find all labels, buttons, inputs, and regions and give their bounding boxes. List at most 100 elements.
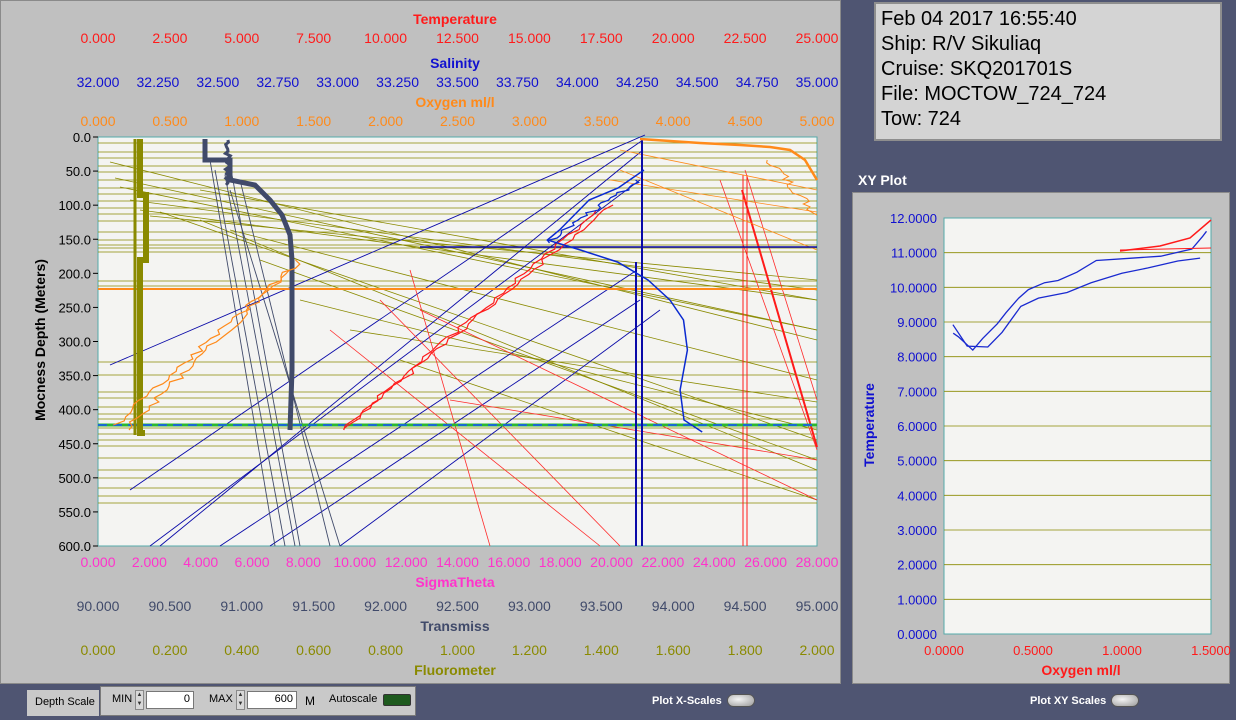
top-tick-label: 3.000 — [512, 113, 547, 129]
top-axis-title: Salinity — [430, 55, 480, 71]
autoscale-led-button[interactable] — [383, 694, 411, 706]
max-label: MAX — [209, 693, 233, 705]
bottom-tick-label: 92.000 — [364, 598, 407, 614]
bottom-tick-label: 4.000 — [183, 554, 218, 570]
plot-xy-scales-toggle[interactable] — [1111, 694, 1139, 707]
max-depth-input[interactable]: 600 — [247, 691, 297, 709]
bottom-tick-label: 94.500 — [724, 598, 767, 614]
y-tick-label: 500.0 — [58, 471, 91, 486]
bottom-tick-label: 1.000 — [440, 642, 475, 658]
top-tick-label: 10.000 — [364, 30, 407, 46]
y-axis-label: Mocness Depth (Meters) — [32, 259, 48, 421]
top-tick-label: 4.000 — [656, 113, 691, 129]
plot-x-scales-toggle[interactable] — [727, 694, 755, 707]
top-tick-label: 3.500 — [584, 113, 619, 129]
bottom-tick-label: 93.000 — [508, 598, 551, 614]
bottom-tick-label: 94.000 — [652, 598, 695, 614]
top-tick-label: 0.500 — [152, 113, 187, 129]
bottom-tick-label: 22.000 — [642, 554, 685, 570]
top-tick-label: 12.500 — [436, 30, 479, 46]
top-tick-label: 1.500 — [296, 113, 331, 129]
tow-info-box: Feb 04 2017 16:55:40 Ship: R/V Sikuliaq … — [874, 2, 1222, 141]
bottom-tick-label: 91.500 — [292, 598, 335, 614]
bottom-tick-label: 16.000 — [487, 554, 530, 570]
bottom-tick-label: 0.200 — [152, 642, 187, 658]
plot-xy-scales-label: Plot XY Scales — [1030, 695, 1107, 707]
y-tick-label: 0.0 — [73, 130, 91, 145]
bottom-tick-label: 92.500 — [436, 598, 479, 614]
y-tick-label: 300.0 — [58, 335, 91, 350]
top-tick-label: 20.000 — [652, 30, 695, 46]
top-tick-label: 2.000 — [368, 113, 403, 129]
bottom-tick-label: 26.000 — [744, 554, 787, 570]
bottom-axis-title: Transmiss — [420, 618, 489, 634]
depth-scale-label: Depth Scale — [35, 696, 95, 708]
max-spinner[interactable]: ▲ ▼ — [236, 690, 245, 710]
top-tick-label: 5.000 — [799, 113, 834, 129]
top-tick-label: 25.000 — [796, 30, 839, 46]
info-tow: Tow: 724 — [881, 108, 962, 130]
y-tick-label: 350.0 — [58, 369, 91, 384]
bottom-tick-label: 91.000 — [220, 598, 263, 614]
top-tick-label: 5.000 — [224, 30, 259, 46]
autoscale-label: Autoscale — [329, 693, 378, 705]
min-depth-input[interactable]: 0 — [146, 691, 194, 709]
bottom-tick-label: 1.800 — [728, 642, 763, 658]
main-plot-svg[interactable]: 0.0 50.0 100.0 150.0 200.0 250.0 300.0 350.0 400… — [0, 0, 841, 684]
top-axis-title: Temperature — [413, 11, 497, 27]
bottom-tick-label: 90.000 — [77, 598, 120, 614]
top-tick-label: 32.500 — [196, 74, 239, 90]
top-tick-label: 34.000 — [556, 74, 599, 90]
top-tick-label: 1.000 — [224, 113, 259, 129]
bottom-tick-label: 12.000 — [385, 554, 428, 570]
bottom-tick-label: 1.200 — [512, 642, 547, 658]
top-tick-label: 34.750 — [736, 74, 779, 90]
top-tick-label: 0.000 — [80, 30, 115, 46]
bottom-tick-label: 0.000 — [80, 554, 115, 570]
plot-area-background — [97, 136, 818, 547]
top-tick-label: 4.500 — [728, 113, 763, 129]
bottom-tick-label: 1.400 — [584, 642, 619, 658]
info-ship: Ship: R/V Sikuliaq — [881, 33, 1042, 55]
xy-plot-title: XY Plot — [858, 172, 907, 188]
top-tick-label: 17.500 — [580, 30, 623, 46]
bottom-tick-label: 10.000 — [333, 554, 376, 570]
top-tick-label: 33.250 — [376, 74, 419, 90]
top-tick-label: 33.000 — [316, 74, 359, 90]
bottom-tick-label: 0.600 — [296, 642, 331, 658]
y-tick-label: 400.0 — [58, 403, 91, 418]
bottom-tick-label: 8.000 — [286, 554, 321, 570]
bottom-tick-label: 20.000 — [590, 554, 633, 570]
min-spinner[interactable]: ▲ ▼ — [135, 690, 144, 710]
y-tick-label: 250.0 — [58, 300, 91, 315]
top-axis-title: Oxygen ml/l — [415, 94, 494, 110]
bottom-tick-label: 28.000 — [796, 554, 839, 570]
y-tick-label: 50.0 — [66, 164, 91, 179]
top-tick-label: 7.500 — [296, 30, 331, 46]
top-tick-label: 32.000 — [77, 74, 120, 90]
bottom-tick-label: 93.500 — [580, 598, 623, 614]
top-tick-label: 2.500 — [440, 113, 475, 129]
bottom-tick-label: 6.000 — [235, 554, 270, 570]
y-tick-label: 150.0 — [58, 232, 91, 247]
unit-label: M — [305, 694, 315, 708]
bottom-tick-label: 2.000 — [132, 554, 167, 570]
bottom-tick-label: 0.800 — [368, 642, 403, 658]
top-tick-label: 2.500 — [152, 30, 187, 46]
bottom-tick-label: 18.000 — [539, 554, 582, 570]
bottom-tick-label: 0.000 — [80, 642, 115, 658]
y-tick-label: 600.0 — [58, 539, 91, 554]
info-datetime: Feb 04 2017 16:55:40 — [881, 8, 1077, 30]
info-cruise: Cruise: SKQ201701S — [881, 58, 1073, 80]
bottom-tick-label: 90.500 — [148, 598, 191, 614]
info-file: File: MOCTOW_724_724 — [881, 83, 1107, 105]
bottom-tick-label: 14.000 — [436, 554, 479, 570]
top-tick-label: 22.500 — [724, 30, 767, 46]
y-tick-label: 200.0 — [58, 266, 91, 281]
y-tick-label: 450.0 — [58, 437, 91, 452]
top-tick-label: 35.000 — [796, 74, 839, 90]
y-tick-label: 550.0 — [58, 505, 91, 520]
top-tick-label: 33.750 — [496, 74, 539, 90]
bottom-tick-label: 95.000 — [796, 598, 839, 614]
min-label: MIN — [112, 693, 133, 705]
